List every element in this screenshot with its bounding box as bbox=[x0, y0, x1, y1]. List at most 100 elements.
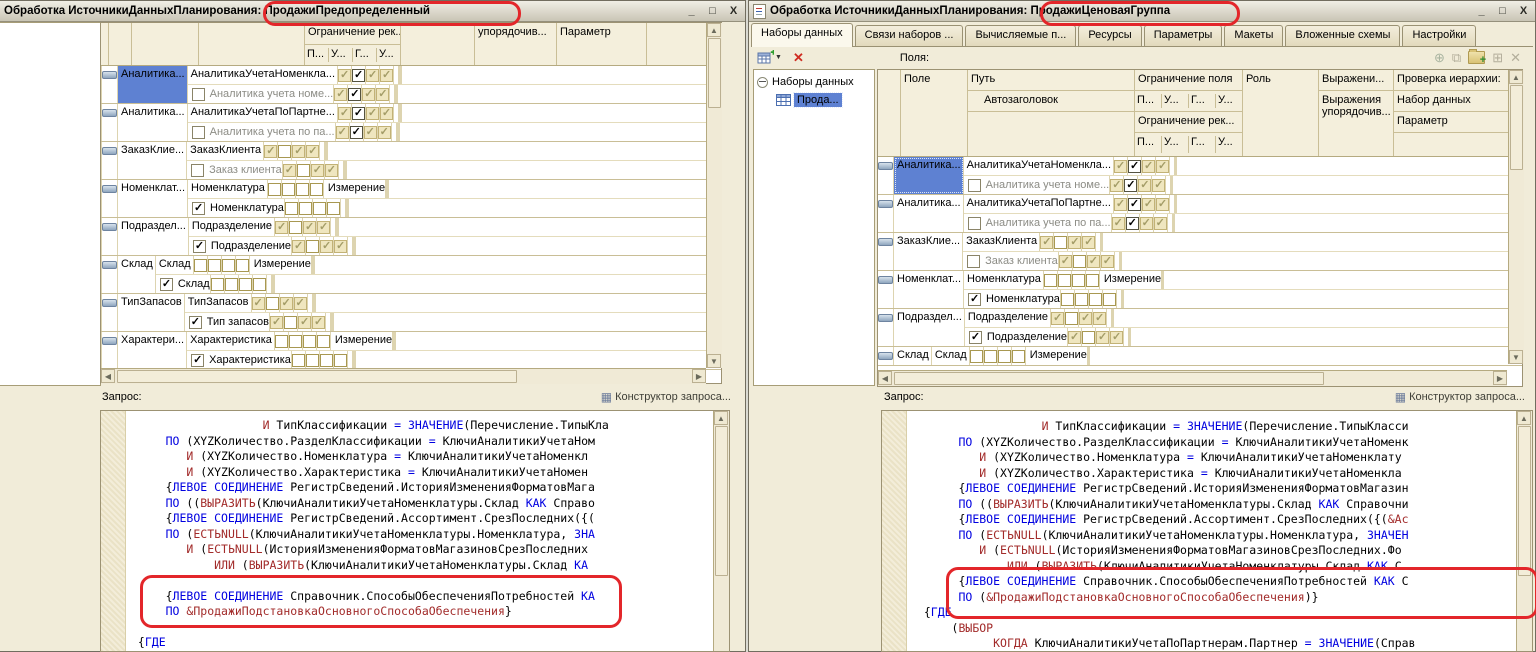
checkbox-cell[interactable] bbox=[1075, 290, 1089, 308]
scroll-thumb[interactable] bbox=[1510, 85, 1523, 170]
scroll-left-icon[interactable]: ◀ bbox=[101, 369, 115, 383]
checkbox-cell[interactable] bbox=[292, 142, 306, 160]
group-child-row[interactable]: Аналитика учета номе... bbox=[188, 85, 721, 103]
group-main-row[interactable]: АналитикаУчетаПоПартне... bbox=[188, 104, 721, 123]
gray-checked-checkbox-icon[interactable] bbox=[325, 164, 338, 177]
path-cell[interactable]: Аналитика учета по па... bbox=[964, 214, 1112, 232]
gray-checked-checkbox-icon[interactable] bbox=[336, 126, 349, 139]
path-cell[interactable]: Номенклатура bbox=[188, 199, 285, 217]
gray-checked-checkbox-icon[interactable] bbox=[1079, 312, 1092, 325]
gray-checked-checkbox-icon[interactable] bbox=[1142, 160, 1155, 173]
row-group-handle[interactable] bbox=[102, 218, 118, 255]
field-name-cell[interactable]: Аналитика... bbox=[894, 157, 964, 194]
checkbox-cell[interactable] bbox=[253, 275, 267, 293]
field-name-cell[interactable]: Номенклат... bbox=[118, 180, 188, 217]
query-builder-link-right[interactable]: ▦ Конструктор запроса... bbox=[1395, 390, 1525, 404]
field-name-cell[interactable]: Характери... bbox=[118, 332, 187, 369]
path-cell[interactable]: АналитикаУчетаНоменкла... bbox=[964, 157, 1114, 175]
checkbox-cell[interactable] bbox=[1082, 328, 1096, 346]
checkbox-cell[interactable] bbox=[380, 66, 394, 84]
checkbox-cell[interactable] bbox=[1142, 157, 1156, 175]
unchecked-checkbox-icon[interactable] bbox=[970, 350, 983, 363]
checkbox-cell[interactable] bbox=[1154, 214, 1168, 232]
checkbox-cell[interactable] bbox=[284, 313, 298, 331]
checkbox-cell[interactable] bbox=[338, 66, 352, 84]
gray-checked-checkbox-icon[interactable] bbox=[1093, 312, 1106, 325]
checkbox-cell[interactable] bbox=[378, 123, 392, 141]
unchecked-checkbox-icon[interactable] bbox=[192, 126, 205, 139]
checkbox-cell[interactable] bbox=[1103, 290, 1117, 308]
gray-checked-checkbox-icon[interactable] bbox=[280, 297, 293, 310]
checkbox-cell[interactable] bbox=[352, 104, 366, 122]
checkbox-cell[interactable] bbox=[1079, 309, 1093, 327]
group-child-row[interactable]: Заказ клиента bbox=[187, 161, 721, 179]
path-cell[interactable]: Аналитика учета номе... bbox=[964, 176, 1111, 194]
gray-checked-checkbox-icon[interactable] bbox=[294, 297, 307, 310]
gray-checked-checkbox-icon[interactable] bbox=[1040, 236, 1053, 249]
checkbox-cell[interactable] bbox=[1142, 195, 1156, 213]
group-child-row[interactable]: Тип запасов bbox=[185, 313, 721, 331]
gray-checked-checkbox-icon[interactable] bbox=[378, 126, 391, 139]
row-group-handle[interactable] bbox=[102, 142, 118, 179]
scroll-thumb[interactable] bbox=[117, 370, 517, 383]
gray-checked-checkbox-icon[interactable] bbox=[1059, 255, 1072, 268]
checkbox-cell[interactable] bbox=[380, 104, 394, 122]
scroll-left-icon[interactable]: ◀ bbox=[878, 371, 892, 385]
checkbox-cell[interactable] bbox=[298, 313, 312, 331]
query-editor-left[interactable]: И ТипКлассификации = ЗНАЧЕНИЕ(Перечислен… bbox=[100, 410, 730, 652]
row-group-handle[interactable] bbox=[102, 66, 118, 103]
unchecked-checkbox-icon[interactable] bbox=[968, 179, 981, 192]
unchecked-checkbox-icon[interactable] bbox=[1061, 293, 1074, 306]
role-cell[interactable]: Измерение bbox=[1026, 347, 1088, 365]
checkbox-cell[interactable] bbox=[275, 218, 289, 236]
hierarchy-cell[interactable] bbox=[1174, 214, 1175, 232]
checkbox-cell[interactable] bbox=[1061, 290, 1075, 308]
path-cell[interactable]: Подразделение bbox=[965, 309, 1051, 327]
path-cell[interactable]: Подразделение bbox=[189, 218, 275, 236]
path-cell[interactable]: Характеристика bbox=[187, 332, 275, 350]
group-main-row[interactable]: НоменклатураИзмерение bbox=[964, 271, 1522, 290]
checkbox-cell[interactable] bbox=[317, 332, 331, 350]
titlebar-right[interactable]: Обработка ИсточникиДанныхПланирования: П… bbox=[749, 1, 1535, 22]
checkbox-cell[interactable] bbox=[264, 142, 278, 160]
checkbox-cell[interactable] bbox=[1126, 214, 1140, 232]
group-main-row[interactable]: АналитикаУчетаНоменкла... bbox=[964, 157, 1522, 176]
hierarchy-cell[interactable] bbox=[1176, 157, 1177, 175]
unchecked-checkbox-icon[interactable] bbox=[1103, 293, 1116, 306]
scroll-thumb[interactable] bbox=[1518, 426, 1531, 576]
unchecked-checkbox-icon[interactable] bbox=[225, 278, 238, 291]
checked-checkbox-icon[interactable] bbox=[1128, 160, 1141, 173]
unchecked-checkbox-icon[interactable] bbox=[317, 335, 330, 348]
checkbox-cell[interactable] bbox=[1068, 328, 1082, 346]
unchecked-checkbox-icon[interactable] bbox=[1058, 274, 1071, 287]
path-cell[interactable]: Склад bbox=[156, 256, 194, 274]
scroll-up-icon[interactable]: ▲ bbox=[714, 411, 728, 425]
checkbox-cell[interactable] bbox=[1072, 271, 1086, 289]
unchecked-checkbox-icon[interactable] bbox=[296, 183, 309, 196]
path-cell[interactable]: Тип запасов bbox=[185, 313, 270, 331]
fields-hscrollbar-left[interactable]: ◀ ▶ bbox=[101, 368, 706, 384]
checkbox-cell[interactable] bbox=[1128, 157, 1142, 175]
path-cell[interactable]: Номенклатура bbox=[964, 290, 1061, 308]
tab-5[interactable]: Параметры bbox=[1144, 25, 1223, 46]
group-child-row[interactable]: Номенклатура bbox=[188, 199, 721, 217]
checkbox-cell[interactable] bbox=[338, 104, 352, 122]
tab-6[interactable]: Макеты bbox=[1224, 25, 1283, 46]
path-cell[interactable]: Заказ клиента bbox=[187, 161, 283, 179]
gray-checked-checkbox-icon[interactable] bbox=[252, 297, 265, 310]
group-child-row[interactable]: Номенклатура bbox=[964, 290, 1522, 308]
checked-checkbox-icon[interactable] bbox=[160, 278, 173, 291]
checkbox-cell[interactable] bbox=[352, 66, 366, 84]
gray-checked-checkbox-icon[interactable] bbox=[1087, 255, 1100, 268]
path-cell[interactable]: Склад bbox=[932, 347, 970, 365]
checkbox-cell[interactable] bbox=[1068, 233, 1082, 251]
group-main-row[interactable]: ТипЗапасов bbox=[185, 294, 721, 313]
row-group-handle[interactable] bbox=[102, 294, 118, 331]
gray-checked-checkbox-icon[interactable] bbox=[1156, 198, 1169, 211]
checked-checkbox-icon[interactable] bbox=[1128, 198, 1141, 211]
checkbox-cell[interactable] bbox=[327, 199, 341, 217]
unchecked-checkbox-icon[interactable] bbox=[303, 335, 316, 348]
gray-checked-checkbox-icon[interactable] bbox=[1142, 198, 1155, 211]
gray-checked-checkbox-icon[interactable] bbox=[362, 88, 375, 101]
group-main-row[interactable]: АналитикаУчетаНоменкла... bbox=[188, 66, 721, 85]
